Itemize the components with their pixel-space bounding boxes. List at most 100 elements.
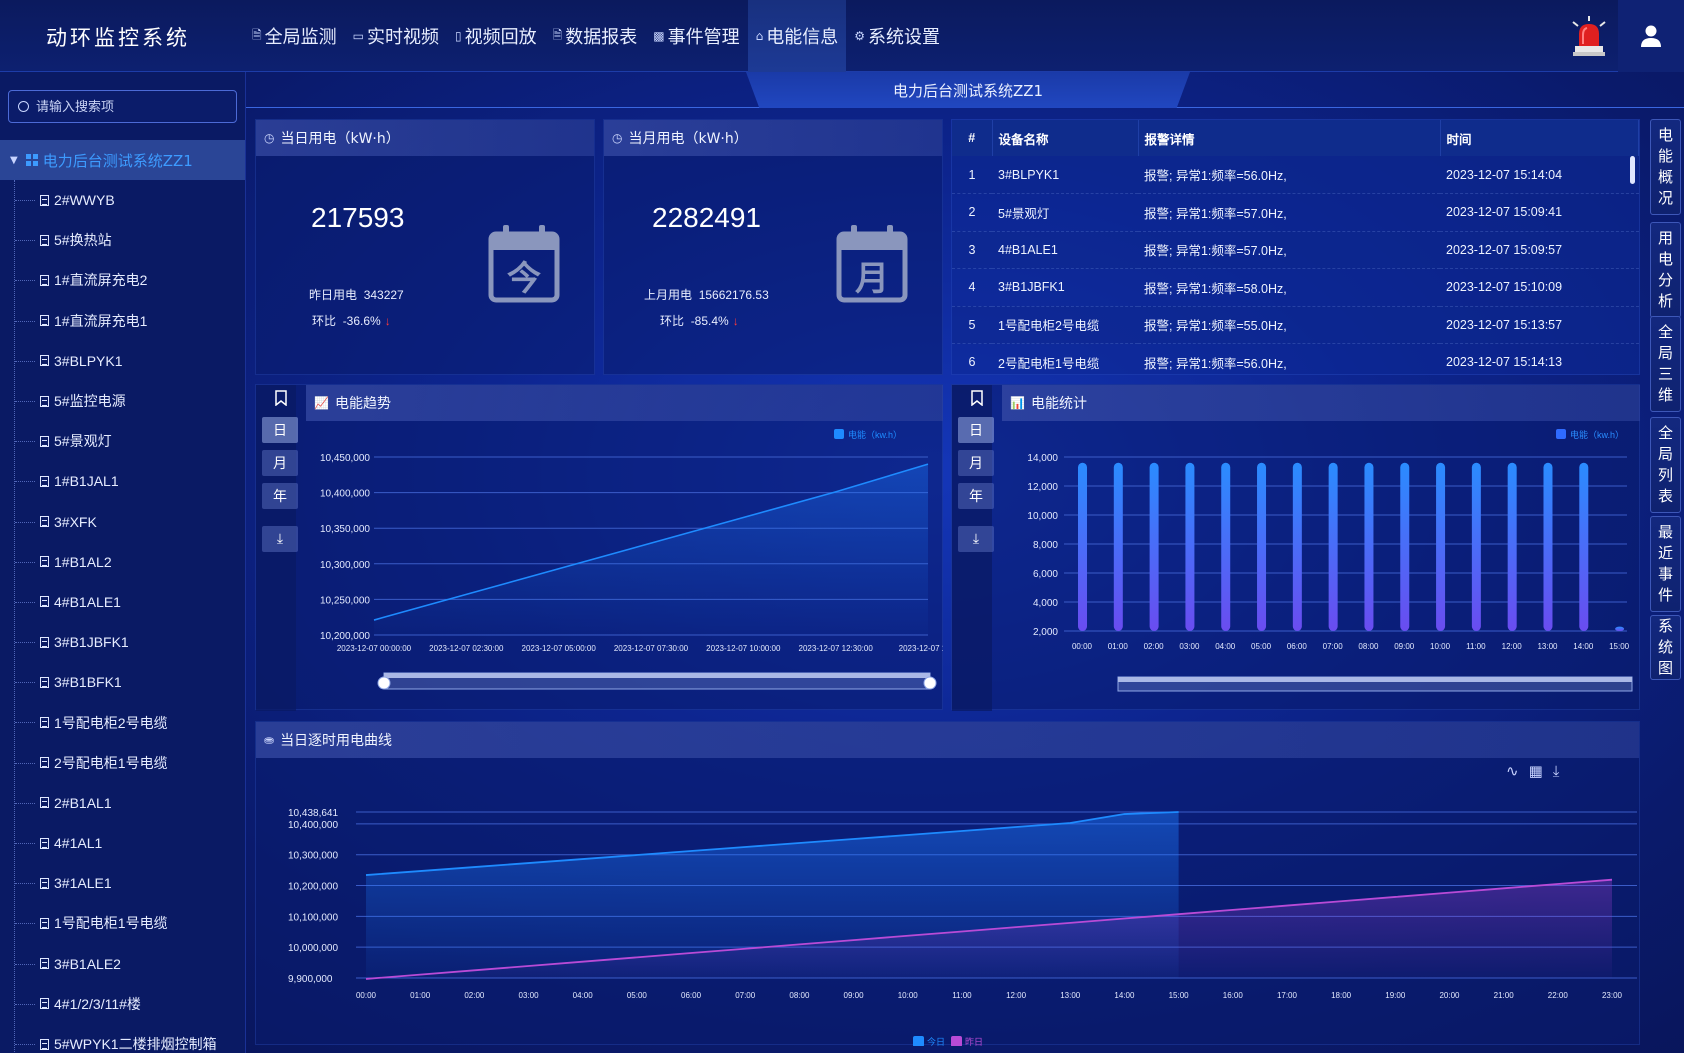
right-tab-char: 局 (1657, 445, 1673, 463)
trend-toolbar: 日 月 年 ⤓ (256, 385, 298, 711)
nav-item-report[interactable]: 🗎 数据报表 (545, 0, 646, 72)
tree-item[interactable]: 1#B1AL2 (0, 542, 245, 582)
nav-label: 系统设置 (868, 27, 940, 48)
period-day-button[interactable]: 日 (262, 417, 298, 443)
file-icon (40, 395, 49, 407)
event-icon: ▩ (653, 29, 665, 43)
right-tab[interactable]: 电能概况 (1650, 119, 1681, 215)
tree-item[interactable]: 3#B1ALE2 (0, 944, 245, 984)
cell-device: 4#B1ALE1 (992, 231, 1138, 269)
sidebar: ▼ 电力后台测试系统ZZ1 2#WWYB 5#换热站 1#直流屏充电2 1#直流屏充电… (0, 72, 246, 1053)
tree-item[interactable]: 2#WWYB (0, 180, 245, 220)
right-tab[interactable]: 最近事件 (1650, 516, 1681, 612)
table-row[interactable]: 5 1号配电柜2号电缆 报警; 异常1:频率=55.0Hz, 2023-12-07 1… (952, 306, 1639, 344)
yesterday-usage: 昨日用电 343227 (309, 286, 404, 303)
tree-item[interactable]: 4#1AL1 (0, 823, 245, 863)
caret-down-icon[interactable]: ▼ (10, 155, 18, 166)
hourly-chart: 9,900,000 10,000,000 10,100,000 10,200,000 1… (288, 808, 1637, 1046)
tree-item[interactable]: 3#B1BFK1 (0, 662, 245, 702)
tree-item[interactable]: 1号配电柜2号电缆 (0, 702, 245, 742)
tree-item[interactable]: 1#直流屏充电1 (0, 301, 245, 341)
search-input[interactable] (36, 99, 216, 114)
bookmark-icon[interactable] (971, 390, 983, 406)
bookmark-icon[interactable] (275, 390, 287, 406)
tree-root-node[interactable]: ▼ 电力后台测试系统ZZ1 (0, 140, 245, 180)
bar (1364, 462, 1374, 631)
calendar-char: 月 (855, 260, 889, 298)
tree-item-label: 4#B1ALE1 (54, 593, 121, 610)
panel-title: 电能统计 (1030, 396, 1087, 412)
y-tick-label: 10,438,641 (288, 808, 338, 819)
right-tab[interactable]: 用电分析 (1650, 222, 1681, 318)
tree-item[interactable]: 4#1/2/3/11#楼 (0, 984, 245, 1024)
period-month-button[interactable]: 月 (262, 450, 298, 476)
tree-item[interactable]: 5#监控电源 (0, 381, 245, 421)
nav-label: 事件管理 (667, 27, 740, 48)
x-tick-label: 09:00 (844, 991, 865, 1000)
table-row[interactable]: 3 4#B1ALE1 报警; 异常1:频率=57.0Hz, 2023-12-07 15… (952, 231, 1639, 269)
y-tick-label: 10,200,000 (288, 882, 338, 893)
cell-device: 2号配电柜1号电缆 (992, 343, 1138, 374)
nav-item-global-monitor[interactable]: 🗎 全局监测 (244, 0, 345, 72)
right-tab[interactable]: 全局列表 (1650, 417, 1681, 513)
tree-item[interactable]: 3#1ALE1 (0, 863, 245, 903)
y-tick-label: 10,400,000 (320, 489, 370, 500)
download-button[interactable]: ⤓ (958, 526, 994, 552)
file-icon (40, 516, 49, 528)
system-tab[interactable]: 电力后台测试系统ZZ1 (746, 72, 1190, 108)
legend-swatch (951, 1036, 962, 1046)
tree-item[interactable]: 5#景观灯 (0, 421, 245, 461)
search-box (8, 90, 237, 123)
user-menu[interactable] (1618, 0, 1684, 72)
right-tab-char: 件 (1657, 586, 1673, 604)
table-row[interactable]: 1 3#BLPYK1 报警; 异常1:频率=56.0Hz, 2023-12-07 15… (952, 156, 1639, 194)
table-row[interactable]: 6 2号配电柜1号电缆 报警; 异常1:频率=56.0Hz, 2023-12-07 1… (952, 343, 1639, 374)
x-tick-label: 2023-12-07 10:00:00 (706, 644, 781, 653)
zoom-handle-left (377, 676, 391, 690)
table-row[interactable]: 4 3#B1JBFK1 报警; 异常1:频率=58.0Hz, 2023-12-07 1… (952, 268, 1639, 307)
tree-item[interactable]: 5#换热站 (0, 220, 245, 260)
label: 环比 (660, 314, 685, 328)
value: 343227 (363, 288, 404, 302)
nav-item-energy[interactable]: ⌂ 电能信息 (747, 0, 847, 72)
alarm-icon[interactable] (1570, 14, 1608, 58)
panel-header: 📈 电能趋势 (306, 385, 943, 421)
period-year-button[interactable]: 年 (262, 483, 298, 509)
file-icon (40, 315, 49, 327)
tree-item[interactable]: 1#直流屏充电2 (0, 260, 245, 300)
panel-header: ⛂ 当日逐时用电曲线 (256, 722, 1639, 758)
tree-item[interactable]: 1#B1JAL1 (0, 461, 245, 501)
right-tab[interactable]: 全局三维 (1650, 316, 1681, 412)
nav-item-playback[interactable]: ▯ 视频回放 (447, 0, 545, 72)
tree-item[interactable]: 2#B1AL1 (0, 783, 245, 823)
nav-item-settings[interactable]: ⚙ 系统设置 (846, 0, 948, 72)
nav-item-events[interactable]: ▩ 事件管理 (645, 0, 747, 72)
table-row[interactable]: 2 5#景观灯 报警; 异常1:频率=57.0Hz, 2023-12-07 15:09… (952, 193, 1639, 232)
x-tick-label: 18:00 (1331, 991, 1352, 1000)
nav-item-live-video[interactable]: ▭ 实时视频 (345, 0, 447, 72)
panel-header: ◷ 当月用电（kW·h） (604, 120, 942, 156)
file-icon (40, 475, 49, 487)
cell-detail: 报警; 异常1:频率=56.0Hz, (1138, 156, 1440, 194)
x-tick-label: 15:00 (1169, 991, 1190, 1000)
right-tab[interactable]: 系统图 (1650, 615, 1681, 680)
period-year-button[interactable]: 年 (958, 483, 994, 509)
tree-item[interactable]: 4#B1ALE1 (0, 582, 245, 622)
bar (1579, 462, 1589, 631)
file-icon (40, 234, 49, 246)
tree-item[interactable]: 2号配电柜1号电缆 (0, 743, 245, 783)
download-button[interactable]: ⤓ (262, 526, 298, 552)
tree-item-label: 1#直流屏充电2 (54, 272, 148, 289)
x-tick-label: 01:00 (410, 991, 431, 1000)
legend-label: 电能（kw.h） (1570, 429, 1624, 440)
tree-item[interactable]: 5#WPYK1二楼排烟控制箱 (0, 1024, 245, 1053)
scrollbar-thumb[interactable] (1630, 156, 1635, 184)
tree-item[interactable]: 1号配电柜1号电缆 (0, 903, 245, 943)
period-day-button[interactable]: 日 (958, 417, 994, 443)
nav-label: 实时视频 (367, 27, 439, 48)
tree-item[interactable]: 3#B1JBFK1 (0, 622, 245, 662)
tree-item[interactable]: 3#XFK (0, 502, 245, 542)
period-month-button[interactable]: 月 (958, 450, 994, 476)
tree-item[interactable]: 3#BLPYK1 (0, 341, 245, 381)
monthly-usage-card: ◷ 当月用电（kW·h） 2282491 上月用电 15662176.53 环比 … (603, 119, 943, 375)
